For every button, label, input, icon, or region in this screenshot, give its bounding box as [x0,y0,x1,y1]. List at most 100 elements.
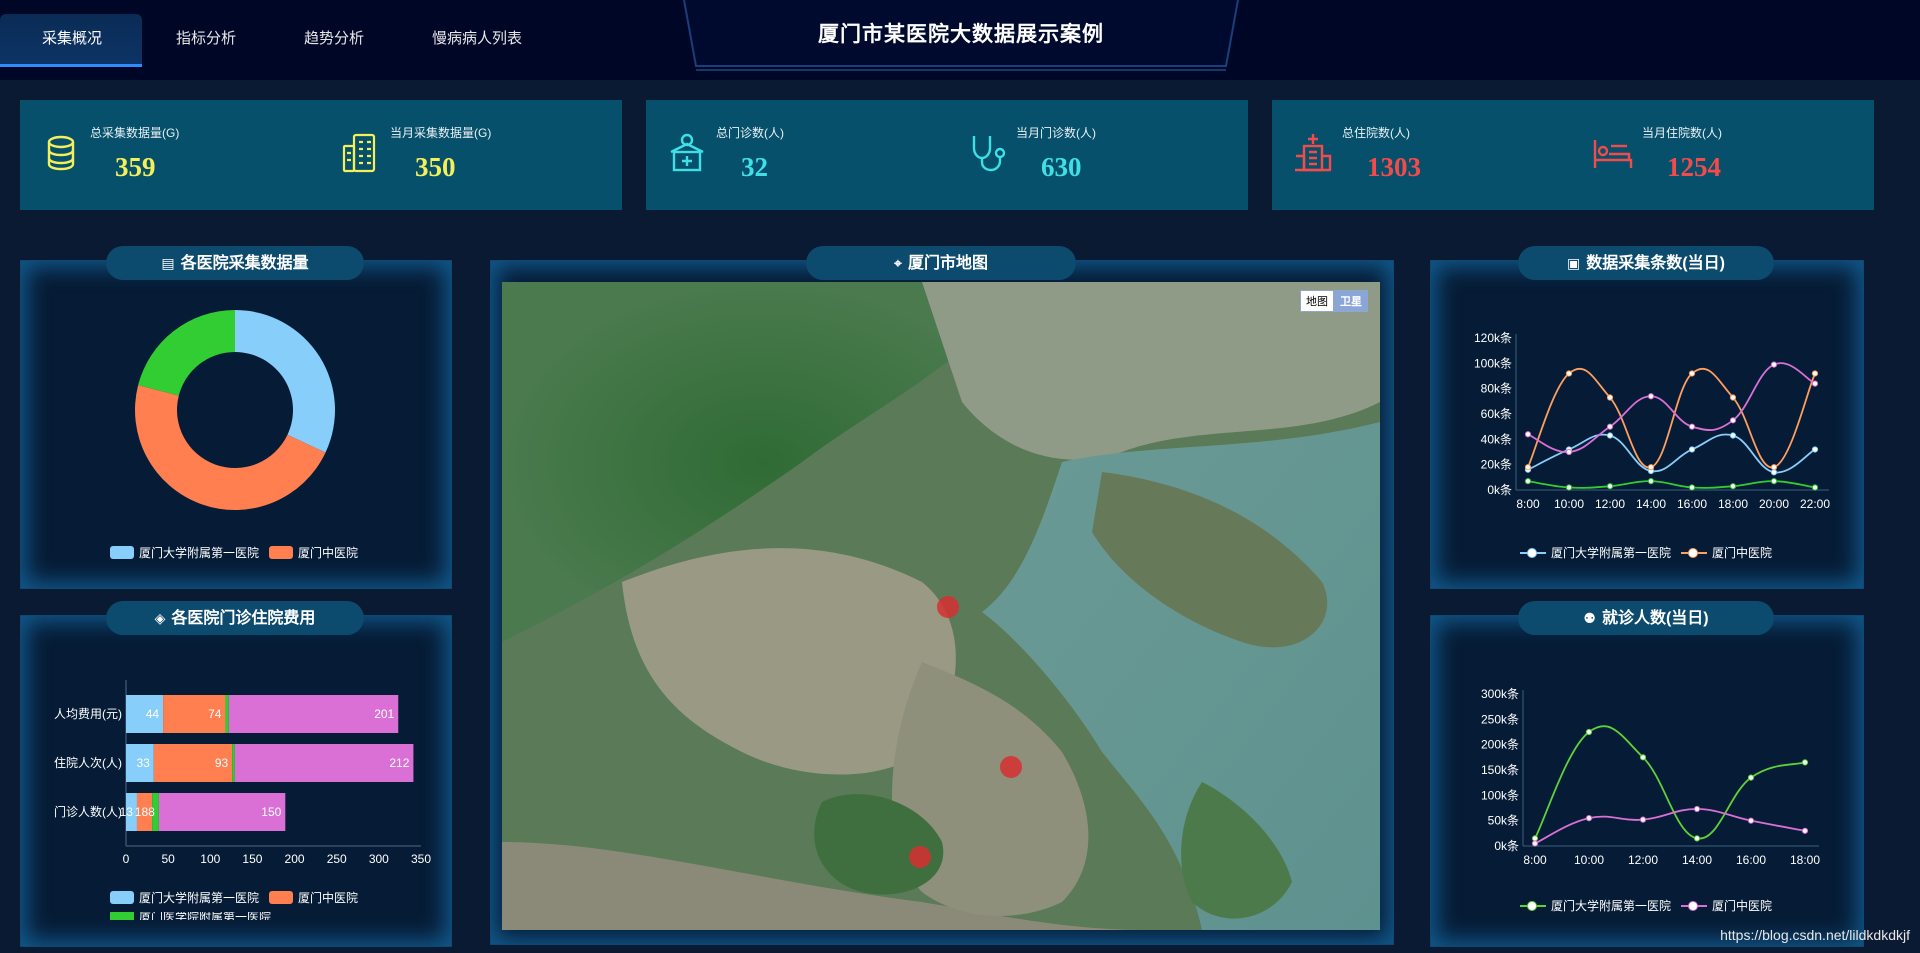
bar-segment [228,695,399,733]
legend-item[interactable]: 厦门中医院 [1681,897,1772,914]
data-point [1565,448,1573,456]
data-point [1585,728,1593,736]
x-tick-label: 150 [242,852,262,866]
y-tick-label: 40k条 [1481,432,1512,446]
x-tick-label: 200 [285,852,305,866]
bar-value-label: 13 [120,805,134,819]
data-point [1747,774,1755,781]
stat-label: 当月门诊数(人) [1016,126,1096,140]
y-tick-label: 50k条 [1488,814,1519,828]
data-point [1606,432,1614,439]
stat-value: 350 [415,152,456,182]
data-point [1639,754,1647,761]
y-tick-label: 20k条 [1481,458,1512,472]
tab-collection-overview[interactable]: 采集概况 [0,14,143,67]
y-tick-label: 100k条 [1474,356,1512,370]
y-tick-label: 120k条 [1474,331,1512,345]
map-marker[interactable] [1000,755,1023,778]
data-point [1811,370,1819,377]
data-point [1524,478,1532,485]
collection-line-chart: 0k条 20k条 40k条 60k条 80k条 100k条 120k条 8:00 10:00 12… [1474,331,1830,511]
legend-item[interactable]: 厦门大学附属第一医院 [110,889,259,906]
data-point [1770,478,1778,485]
x-tick-label: 16:00 [1736,853,1766,867]
watermark: https://blog.csdn.net/lildkdkdkjf [1720,927,1910,943]
legend-swatch [110,891,134,904]
satellite-mode-button[interactable]: 卫星 [1334,290,1368,312]
compass-icon: ◈ [154,610,166,626]
category-label: 住院人次(人) [54,756,122,770]
y-tick-label: 200k条 [1481,738,1519,752]
data-point [1524,431,1532,438]
panel-title-daily-visits: ⚉ 就诊人数(当日) [1518,601,1774,635]
data-point [1647,393,1655,400]
satellite-map[interactable]: 地图 卫星 [502,282,1380,930]
donut-slice-0 [235,310,335,453]
legend-text: 厦门大学附属第一医院 [139,891,260,905]
x-tick-label: 10:00 [1554,497,1584,511]
panel-title-hospital-fees: ◈ 各医院门诊住院费用 [106,601,364,635]
x-tick-label: 8:00 [1516,497,1540,511]
legend-item[interactable]: 厦门医学院附属第一医院 [110,912,271,920]
data-point [1688,446,1696,453]
stat-value: 32 [741,152,768,182]
donut-slice-2 [138,310,235,396]
legend-text: 厦门中医院 [1712,899,1773,913]
stat-value: 1254 [1667,152,1721,182]
data-point [1729,483,1737,490]
data-point [1524,464,1532,471]
server-icon: ▤ [161,255,175,271]
x-tick-label: 250 [327,852,347,866]
legend-text: 厦门中医院 [1712,546,1773,560]
tab-chronic-patient-list[interactable]: 慢病病人列表 [398,14,556,64]
x-tick-label: 12:00 [1595,497,1625,511]
title-frame: 厦门市某医院大数据展示案例 [682,0,1240,72]
stat-label: 总门诊数(人) [716,126,784,140]
x-tick-label: 16:00 [1677,497,1707,511]
stat-value: 630 [1041,152,1082,182]
legend-item[interactable]: 厦门中医院 [269,544,358,561]
x-tick-label: 350 [411,852,431,866]
map-mode-button[interactable]: 地图 [1300,290,1334,312]
legend-text: 厦门医学院附属第一医院 [139,912,272,920]
people-icon: ⚉ [1583,610,1596,626]
fee-legend: 厦门大学附属第一医院 厦门中医院 厦门医学院附属第一医院 [110,889,410,920]
legend-item[interactable]: 厦门大学附属第一医院 [110,544,259,561]
bar-value-label: 44 [146,707,160,721]
y-tick-label: 80k条 [1481,382,1512,396]
panel-title-map: ⌖ 厦门市地图 [806,246,1076,280]
panel-title-daily-collection: ▣ 数据采集条数(当日) [1518,246,1774,280]
legend-swatch [1681,547,1708,559]
x-tick-label: 12:00 [1628,853,1658,867]
panel-title-text: 各医院门诊住院费用 [171,610,316,627]
hospital-icon [1295,134,1332,172]
data-point [1811,380,1819,387]
data-point [1801,759,1809,766]
legend-item[interactable]: 厦门大学附属第一医院 [1520,544,1671,561]
legend-swatch [1520,547,1546,559]
x-tick-label: 20:00 [1759,497,1789,511]
stat-card-outpatient: 总门诊数(人) 32 当月门诊数(人) 630 [646,100,1248,210]
stat-label: 总住院数(人) [1342,126,1410,140]
tab-indicator-analysis[interactable]: 指标分析 [142,14,270,64]
series-line [1527,362,1816,453]
data-point [1770,361,1778,368]
data-point [1647,464,1655,471]
y-tick-label: 300k条 [1481,687,1519,701]
legend-item[interactable]: 厦门大学附属第一医院 [1520,897,1671,914]
legend-item[interactable]: 厦门中医院 [269,889,358,906]
legend-swatch [110,546,134,559]
legend-item[interactable]: 厦门中医院 [1681,544,1772,561]
data-point [1729,417,1737,424]
bar-value-label: 93 [215,756,229,770]
main-nav: 采集概况 指标分析 趋势分析 慢病病人列表 [0,14,556,67]
x-tick-label: 100 [200,852,220,866]
data-point [1639,816,1647,823]
legend-text: 厦门大学附属第一医院 [1551,546,1672,560]
bar-value-label: 18 [135,805,149,819]
visits-line-chart: 0k条 50k条 100k条 150k条 200k条 250k条 300k条 8:00 10:0… [1481,687,1820,867]
data-point [1647,478,1655,485]
tab-trend-analysis[interactable]: 趋势分析 [270,14,398,64]
y-tick-label: 150k条 [1481,763,1519,777]
y-tick-label: 250k条 [1481,712,1519,726]
